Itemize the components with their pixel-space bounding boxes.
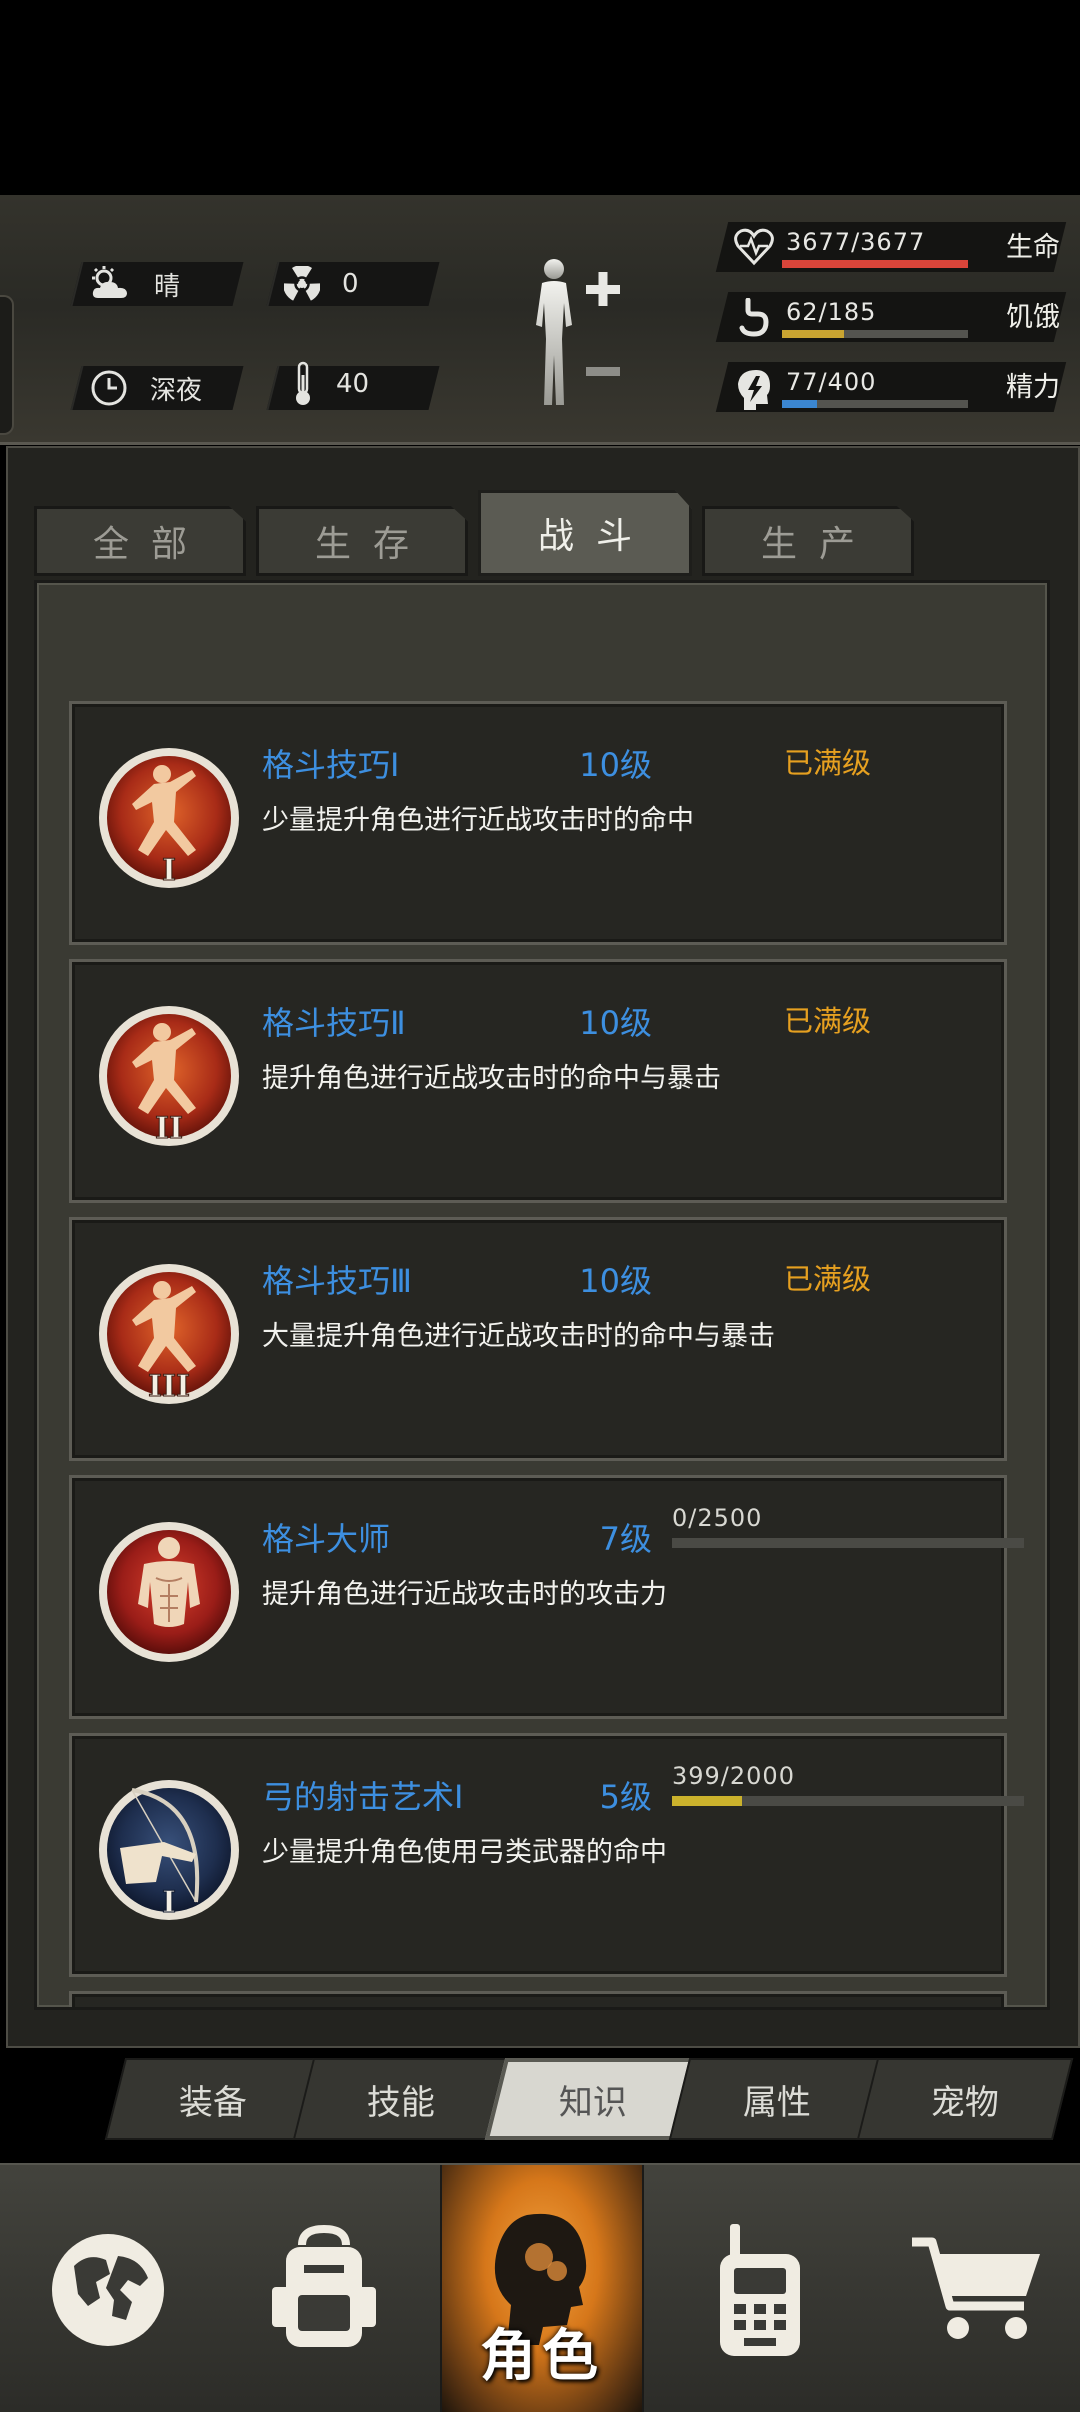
weather-pill: 晴: [88, 262, 180, 306]
health-label: 生命: [1006, 232, 1060, 263]
weather-text: 晴: [154, 271, 181, 302]
subtab-equipment[interactable]: 装备: [104, 2058, 322, 2140]
stomach-icon: [739, 298, 769, 337]
nav-character[interactable]: 角色: [440, 2165, 644, 2412]
health-stat: 3677/3677 生命: [715, 222, 1067, 272]
clock-icon: [91, 370, 127, 406]
skill-progress-text: 399/2000: [672, 1762, 795, 1790]
hunger-stat: 62/185 饥饿: [715, 292, 1067, 342]
skill-name: 弓的射击艺术Ⅰ: [262, 1778, 464, 1816]
head-lightning-icon: [738, 370, 770, 410]
skill-name: 格斗大师: [262, 1520, 391, 1558]
hunger-label: 饥饿: [1006, 302, 1060, 333]
skill-card[interactable]: II 格斗技巧Ⅱ 10级 已满级 提升角色进行近战攻击时的命中与暴击: [69, 959, 1007, 1203]
svg-text:I: I: [162, 1885, 176, 1920]
muscle-torso-icon: [99, 1522, 239, 1662]
svg-text:III: III: [148, 1369, 190, 1404]
skill-max-badge: 已满级: [784, 746, 872, 780]
svg-text:II: II: [155, 1111, 183, 1146]
subtab-attributes[interactable]: 属性: [668, 2058, 886, 2140]
hunger-value: 62/185: [786, 298, 877, 326]
nav-map[interactable]: [0, 2165, 216, 2412]
energy-value: 77/400: [786, 368, 877, 396]
body-status-button[interactable]: [520, 255, 630, 419]
temperature-value: 40: [336, 369, 370, 399]
tab-combat[interactable]: 战斗: [478, 490, 692, 576]
nav-backpack[interactable]: [216, 2165, 432, 2412]
skill-max-badge: 已满级: [784, 1262, 872, 1296]
skill-level: 10级: [579, 1262, 652, 1300]
skill-progress-bar: [672, 1796, 1024, 1806]
skill-level: 10级: [579, 1004, 652, 1042]
status-bar-area: [0, 0, 1080, 195]
skill-card[interactable]: I 弓的射击艺术Ⅰ 5级 399/2000 少量提升角色使用弓类武器的命中: [69, 1733, 1024, 1977]
bottom-nav: 角色: [0, 2163, 1080, 2412]
skill-name: 格斗技巧Ⅲ: [262, 1262, 413, 1300]
radiation-icon: [284, 266, 320, 301]
skill-max-badge: 已满级: [784, 1004, 872, 1038]
skill-name: 格斗技巧Ⅰ: [262, 746, 400, 784]
archer-1-icon: I: [99, 1780, 239, 1921]
skill-list[interactable]: I 格斗技巧Ⅰ 10级 已满级 少量提升角色进行近战攻击时的命中 II 格斗技巧…: [34, 580, 1050, 2010]
skill-progress-text: 0/2500: [672, 1504, 763, 1532]
cloud-sun-icon: [92, 266, 127, 298]
radiation-value: 0: [342, 269, 359, 299]
skill-card-partial[interactable]: [69, 1991, 1007, 2007]
skill-description: 大量提升角色进行近战攻击时的命中与暴击: [262, 1321, 775, 1352]
shopping-cart-icon: [912, 2237, 1040, 2339]
thermometer-icon: [296, 361, 310, 405]
heart-pulse-icon: [734, 228, 774, 266]
skill-card[interactable]: 格斗大师 7级 0/2500 提升角色进行近战攻击时的攻击力: [69, 1475, 1024, 1719]
skill-description: 提升角色进行近战攻击时的命中与暴击: [262, 1063, 721, 1094]
skill-card[interactable]: III 格斗技巧Ⅲ 10级 已满级 大量提升角色进行近战攻击时的命中与暴击: [69, 1217, 1007, 1461]
fighter-stance-1-icon: I: [99, 748, 239, 889]
svg-text:I: I: [162, 853, 176, 888]
skill-description: 少量提升角色使用弓类武器的命中: [262, 1837, 667, 1868]
time-pill: 深夜: [90, 366, 202, 410]
energy-label: 精力: [1006, 372, 1060, 403]
radiation-pill: 0: [284, 262, 359, 306]
skill-description: 提升角色进行近战攻击时的攻击力: [262, 1579, 667, 1610]
skill-level: 7级: [599, 1520, 652, 1558]
time-text: 深夜: [150, 375, 203, 406]
health-bar: [782, 260, 968, 268]
hunger-bar: [782, 330, 968, 338]
health-value: 3677/3677: [786, 228, 926, 256]
tab-production[interactable]: 生产: [702, 506, 914, 576]
radio-icon: [720, 2223, 800, 2356]
fighter-stance-3-icon: III: [99, 1264, 239, 1405]
skill-description: 少量提升角色进行近战攻击时的命中: [262, 805, 694, 836]
subtab-pets[interactable]: 宠物: [856, 2058, 1074, 2140]
nav-character-label: 角色: [480, 2324, 604, 2389]
subtab-knowledge[interactable]: 知识: [484, 2058, 702, 2140]
subtab-skills[interactable]: 技能: [292, 2058, 510, 2140]
fighter-stance-2-icon: II: [99, 1006, 239, 1147]
skill-name: 格斗技巧Ⅱ: [262, 1004, 406, 1042]
energy-bar: [782, 400, 968, 408]
temperature-pill: 40: [292, 361, 370, 406]
side-handle[interactable]: [0, 295, 14, 435]
skill-level: 5级: [599, 1778, 652, 1816]
nav-shop[interactable]: [870, 2165, 1080, 2412]
backpack-icon: [272, 2224, 376, 2347]
energy-stat: 77/400 精力: [715, 362, 1067, 412]
body-figure-icon: [536, 259, 620, 405]
skill-progress-bar: [672, 1538, 1024, 1548]
world-map-icon: [52, 2233, 164, 2346]
skill-level: 10级: [579, 746, 652, 784]
tab-all[interactable]: 全部: [34, 506, 246, 576]
tab-survival[interactable]: 生存: [256, 506, 468, 576]
nav-radio[interactable]: [652, 2165, 868, 2412]
skill-card[interactable]: I 格斗技巧Ⅰ 10级 已满级 少量提升角色进行近战攻击时的命中: [69, 701, 1007, 945]
